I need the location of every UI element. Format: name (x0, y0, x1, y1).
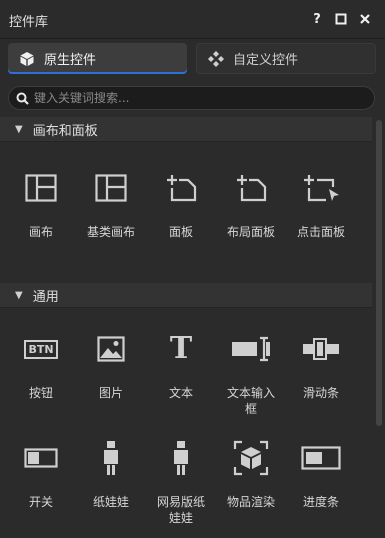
toggle-icon (21, 438, 61, 478)
widget-base-canvas[interactable]: 基类画布 (76, 168, 146, 240)
widget-item-render[interactable]: 物品渲染 (216, 438, 286, 510)
help-button[interactable]: ? (307, 9, 327, 29)
close-icon (360, 14, 370, 24)
widget-netease-paperdoll[interactable]: 网易版纸娃娃 (146, 438, 216, 526)
base-canvas-icon (91, 168, 131, 208)
collapse-triangle-icon: ▼ (15, 123, 23, 135)
widget-label: 基类画布 (86, 225, 135, 239)
widget-canvas[interactable]: 画布 (6, 168, 76, 240)
widget-list: ▼ 画布和面板 画布 基类画布 面板 布局面板 点击面板 ▼ 通用 BTN 按钮… (0, 117, 372, 538)
section-header-general[interactable]: ▼ 通用 (0, 283, 372, 307)
maximize-icon (335, 13, 347, 25)
section-grid-general: BTN 按钮 图片 T 文本 文本输入框 滑动条 开关 纸娃娃 网易版纸娃娃 物… (0, 307, 372, 538)
section-title: 画布和面板 (32, 123, 98, 139)
tab-label: 原生控件 (44, 53, 97, 68)
widget-layout-panel[interactable]: 布局面板 (216, 168, 286, 240)
search-icon (14, 90, 30, 106)
widget-button[interactable]: BTN 按钮 (6, 329, 76, 401)
widget-progress-bar[interactable]: 进度条 (286, 438, 356, 510)
widget-label: 图片 (98, 386, 123, 400)
search-input[interactable] (34, 91, 354, 105)
scrollbar-thumb[interactable] (376, 120, 382, 426)
widget-label: 面板 (168, 225, 193, 239)
widget-label: 点击面板 (296, 225, 345, 239)
layout-panel-icon (231, 168, 271, 208)
tab-label: 自定义控件 (233, 53, 299, 68)
button-icon: BTN (21, 329, 61, 369)
section-header-canvas-panels[interactable]: ▼ 画布和面板 (0, 117, 372, 141)
widget-paperdoll[interactable]: 纸娃娃 (76, 438, 146, 510)
widget-label: 文本输入框 (226, 386, 275, 416)
widget-text-input[interactable]: 文本输入框 (216, 329, 286, 417)
widget-label: 网易版纸娃娃 (156, 495, 205, 525)
text-input-icon (231, 329, 271, 369)
widget-label: 物品渲染 (226, 495, 275, 509)
section-title: 通用 (32, 289, 59, 305)
image-icon (91, 329, 131, 369)
maximize-button[interactable] (331, 9, 351, 29)
button-icon-text: BTN (28, 342, 54, 356)
widget-label: 纸娃娃 (92, 495, 129, 509)
widget-toggle[interactable]: 开关 (6, 438, 76, 510)
widget-label: 进度条 (302, 495, 339, 509)
widget-click-panel[interactable]: 点击面板 (286, 168, 356, 240)
text-icon: T (161, 329, 201, 369)
widget-slider[interactable]: 滑动条 (286, 329, 356, 401)
paperdoll-icon (91, 438, 131, 478)
window-title: 控件库 (9, 15, 49, 30)
widget-label: 文本 (168, 386, 193, 400)
widget-label: 按钮 (28, 386, 53, 400)
close-button[interactable] (355, 9, 375, 29)
progress-bar-icon (301, 438, 341, 478)
canvas-icon (21, 168, 61, 208)
widget-label: 滑动条 (302, 386, 339, 400)
title-bar: 控件库 ? (0, 0, 385, 39)
netease-paperdoll-icon (161, 438, 201, 478)
widget-label: 布局面板 (226, 225, 275, 239)
widget-panel[interactable]: 面板 (146, 168, 216, 240)
tab-native-controls[interactable]: 原生控件 (8, 43, 187, 74)
slider-icon (301, 329, 341, 369)
diamond-grid-icon (207, 50, 225, 68)
widget-label: 画布 (28, 225, 53, 239)
widget-image[interactable]: 图片 (76, 329, 146, 401)
item-render-icon (231, 438, 271, 478)
panel-icon (161, 168, 201, 208)
help-icon: ? (313, 11, 321, 27)
tab-bar: 原生控件 自定义控件 (0, 39, 385, 79)
cube-icon (18, 50, 36, 68)
widget-text[interactable]: T 文本 (146, 329, 216, 401)
widget-label: 开关 (28, 495, 53, 509)
text-icon-glyph: T (169, 331, 193, 366)
collapse-triangle-icon: ▼ (15, 289, 23, 301)
click-panel-icon (301, 168, 341, 208)
tab-custom-controls[interactable]: 自定义控件 (196, 43, 376, 74)
section-grid-canvas-panels: 画布 基类画布 面板 布局面板 点击面板 (0, 141, 372, 281)
search-bar (8, 86, 375, 110)
